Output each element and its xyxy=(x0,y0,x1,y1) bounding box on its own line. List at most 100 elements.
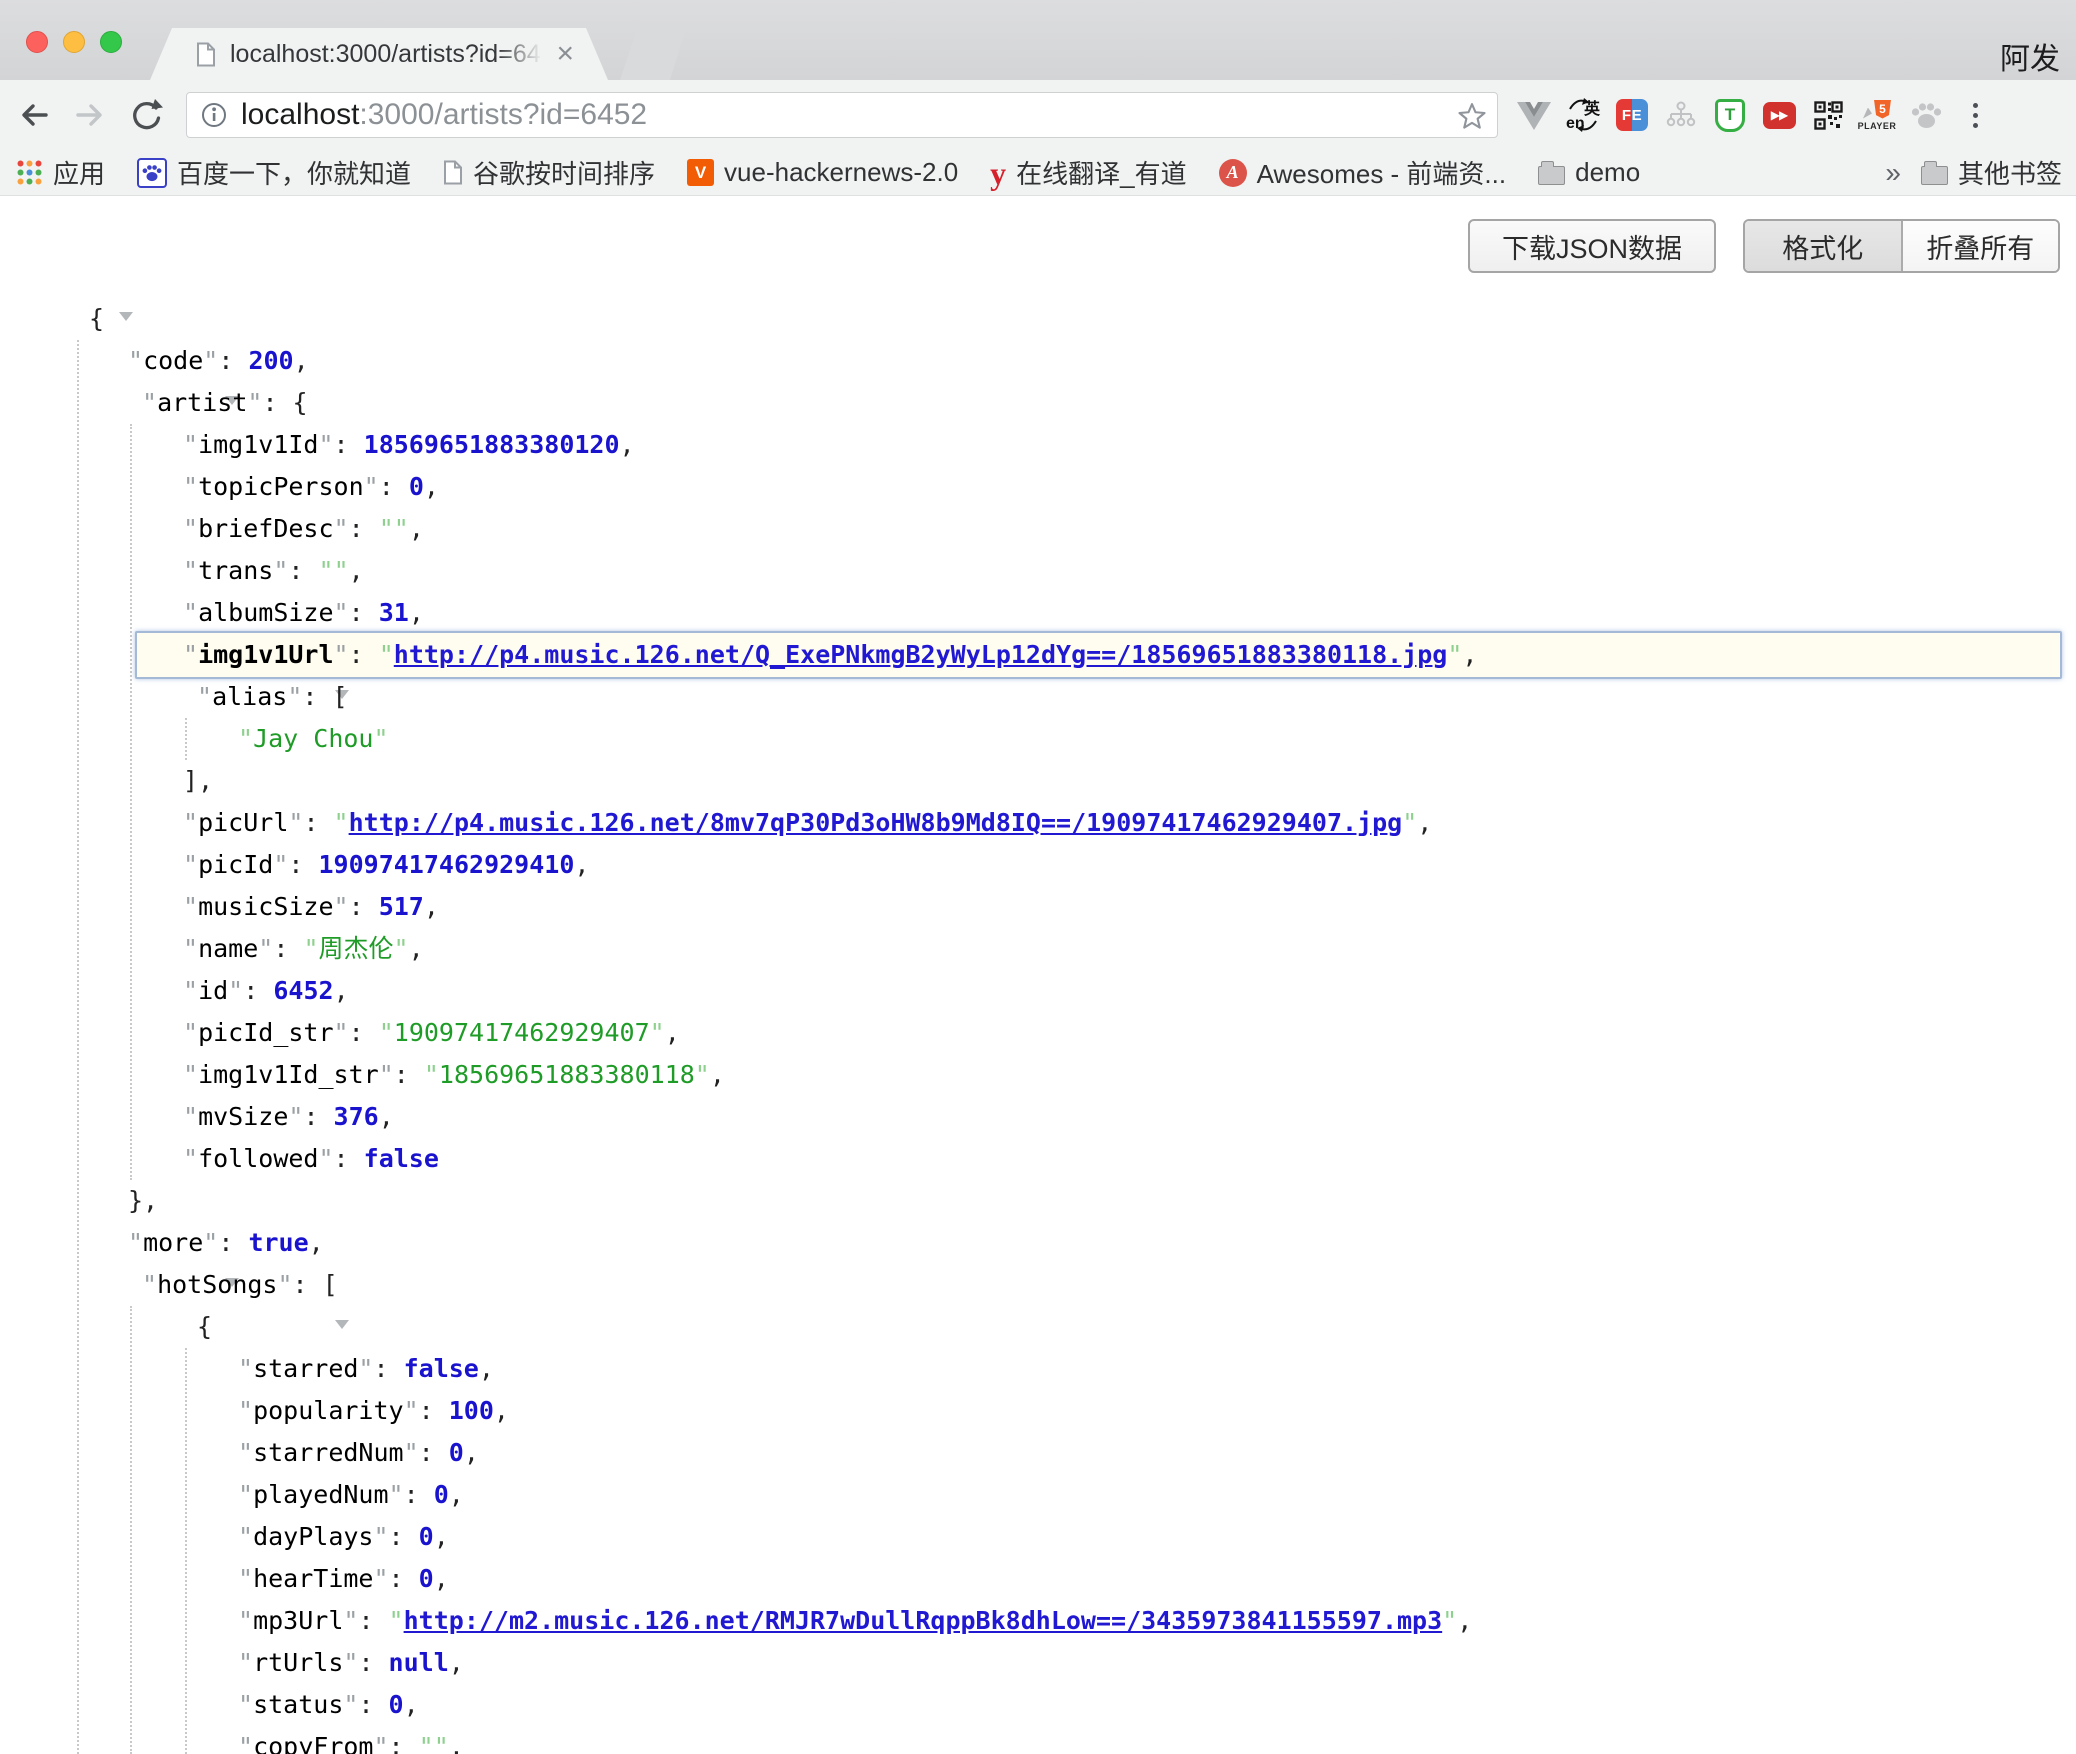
url-link[interactable]: http://m2.music.126.net/RMJR7wDullRqppBk… xyxy=(404,1606,1443,1635)
json-line: "status": 0, xyxy=(0,1684,2076,1726)
browser-window: localhost:3000/artists?id=645 × 阿发 local… xyxy=(0,0,2076,1754)
json-line: "starredNum": 0, xyxy=(0,1432,2076,1474)
page-icon xyxy=(443,160,463,185)
youdao-icon: y xyxy=(990,160,1006,186)
address-bar[interactable]: localhost:3000/artists?id=6452 xyxy=(186,92,1498,138)
translate-extension-icon[interactable]: 英 en xyxy=(1565,93,1601,137)
fast-forward-extension-icon[interactable]: ▶▶ xyxy=(1761,93,1797,137)
download-json-button[interactable]: 下载JSON数据 xyxy=(1468,219,1716,273)
json-view: {"code": 200,"artist": {"img1v1Id": 1856… xyxy=(0,298,2076,1754)
reload-button[interactable] xyxy=(128,97,164,133)
json-line: "musicSize": 517, xyxy=(0,886,2076,928)
json-line: "popularity": 100, xyxy=(0,1390,2076,1432)
bookmark-vue-hackernews[interactable]: V vue-hackernews-2.0 xyxy=(687,157,958,188)
format-button[interactable]: 格式化 xyxy=(1745,221,1903,271)
folder-icon xyxy=(1921,166,1948,185)
json-line: "id": 6452, xyxy=(0,970,2076,1012)
json-line: "hotSongs": [ xyxy=(0,1264,2076,1306)
json-line: "followed": false xyxy=(0,1138,2076,1180)
json-line: "mvSize": 376, xyxy=(0,1096,2076,1138)
json-line: "mp3Url": "http://m2.music.126.net/RMJR7… xyxy=(0,1600,2076,1642)
json-line: "code": 200, xyxy=(0,340,2076,382)
zoom-window-button[interactable] xyxy=(100,31,122,53)
json-line: "albumSize": 31, xyxy=(0,592,2076,634)
json-line: "picId": 19097417462929410, xyxy=(0,844,2076,886)
page-content: 下载JSON数据 格式化 折叠所有 {"code": 200,"artist":… xyxy=(0,197,2076,1754)
url-link[interactable]: http://p4.music.126.net/Q_ExePNkmgB2yWyL… xyxy=(394,640,1448,669)
folder-icon xyxy=(1538,166,1565,185)
bookmark-awesomes[interactable]: A Awesomes - 前端资... xyxy=(1219,154,1506,191)
url-link[interactable]: http://p4.music.126.net/8mv7qP30Pd3oHW8b… xyxy=(349,808,1403,837)
fe-extension-icon[interactable]: FE xyxy=(1614,93,1650,137)
vue-devtools-icon[interactable] xyxy=(1516,93,1552,137)
new-tab-button[interactable] xyxy=(620,29,692,80)
tampermonkey-shield-icon[interactable]: T xyxy=(1712,93,1748,137)
view-mode-segmented-control: 格式化 折叠所有 xyxy=(1743,219,2060,273)
json-line: "hearTime": 0, xyxy=(0,1558,2076,1600)
bookmark-label: 百度一下，你就知道 xyxy=(177,154,411,191)
json-line: "briefDesc": "", xyxy=(0,508,2076,550)
close-window-button[interactable] xyxy=(26,31,48,53)
bookmark-youdao[interactable]: y 在线翻译_有道 xyxy=(990,154,1186,191)
bookmark-apps[interactable]: 应用 xyxy=(16,154,105,191)
json-line: "Jay Chou" xyxy=(0,718,2076,760)
json-line: "alias": [ xyxy=(0,676,2076,718)
collapse-triangle-icon[interactable] xyxy=(335,1320,349,1358)
other-bookmarks-folder[interactable]: 其他书签 xyxy=(1921,154,2062,191)
json-line: { xyxy=(0,298,2076,340)
h5-wing-shape xyxy=(1863,108,1872,119)
forward-button[interactable] xyxy=(72,97,108,133)
tab-bar: localhost:3000/artists?id=645 × 阿发 xyxy=(0,0,2076,80)
tab-title-fade xyxy=(498,28,550,80)
json-line: "more": true, xyxy=(0,1222,2076,1264)
json-line: "img1v1Id": 18569651883380120, xyxy=(0,424,2076,466)
json-line: "topicPerson": 0, xyxy=(0,466,2076,508)
extension-row: 英 en FE T ▶▶ xyxy=(1516,93,1993,137)
json-line: { xyxy=(0,1306,2076,1348)
bookmark-demo-folder[interactable]: demo xyxy=(1538,157,1640,188)
fast-forward-glyph: ▶▶ xyxy=(1763,102,1796,129)
collapse-triangle-icon[interactable] xyxy=(119,312,133,350)
baidu-paw-icon xyxy=(137,158,167,188)
json-line: "starred": false, xyxy=(0,1348,2076,1390)
html5-player-extension-icon[interactable]: 5 PLAYER xyxy=(1859,93,1895,137)
json-line: "dayPlays": 0, xyxy=(0,1516,2076,1558)
h5-player-label: PLAYER xyxy=(1858,121,1897,131)
fe-glyph: FE xyxy=(1616,99,1648,131)
url-host: localhost xyxy=(241,98,359,131)
json-line: "img1v1Url": "http://p4.music.126.net/Q_… xyxy=(0,634,2076,676)
bookmarks-overflow-chevron[interactable]: » xyxy=(1885,157,1901,189)
vue-orange-icon: V xyxy=(687,159,714,186)
toolbar: localhost:3000/artists?id=6452 英 en FE xyxy=(0,80,2076,150)
page-info-icon[interactable] xyxy=(201,102,227,128)
url-text[interactable]: localhost:3000/artists?id=6452 xyxy=(241,98,647,132)
browser-menu-icon[interactable] xyxy=(1957,93,1993,137)
tamper-glyph: T xyxy=(1715,99,1745,132)
h5-number-glyph: 5 xyxy=(1874,100,1891,119)
profile-name[interactable]: 阿发 xyxy=(2000,34,2060,78)
bookmark-star-icon[interactable] xyxy=(1457,101,1487,136)
json-line: "copyFrom": "", xyxy=(0,1726,2076,1754)
json-line: "name": "周杰伦", xyxy=(0,928,2076,970)
json-line: "playedNum": 0, xyxy=(0,1474,2076,1516)
bookmark-label: vue-hackernews-2.0 xyxy=(724,157,958,188)
json-line: "rtUrls": null, xyxy=(0,1642,2076,1684)
browser-tab[interactable]: localhost:3000/artists?id=645 × xyxy=(150,28,608,80)
bookmark-google-sort[interactable]: 谷歌按时间排序 xyxy=(443,154,655,191)
json-line: ], xyxy=(0,760,2076,802)
minimize-window-button[interactable] xyxy=(63,31,85,53)
bookmarks-bar: 应用 百度一下，你就知道 谷歌按时间排序 V vue-hackernews-2.… xyxy=(0,150,2076,196)
bookmark-label: 在线翻译_有道 xyxy=(1016,154,1186,191)
sitemap-extension-icon[interactable] xyxy=(1663,93,1699,137)
qr-code-extension-icon[interactable] xyxy=(1810,93,1846,137)
bookmark-label: 应用 xyxy=(53,154,105,191)
window-controls xyxy=(26,31,122,53)
paw-extension-icon[interactable] xyxy=(1908,93,1944,137)
collapse-all-button[interactable]: 折叠所有 xyxy=(1903,221,2059,271)
bookmark-baidu[interactable]: 百度一下，你就知道 xyxy=(137,154,411,191)
bookmark-label: demo xyxy=(1575,157,1640,188)
tab-close-icon[interactable]: × xyxy=(556,39,574,69)
back-button[interactable] xyxy=(16,97,52,133)
json-line: "picUrl": "http://p4.music.126.net/8mv7q… xyxy=(0,802,2076,844)
bookmark-label: 谷歌按时间排序 xyxy=(473,154,655,191)
